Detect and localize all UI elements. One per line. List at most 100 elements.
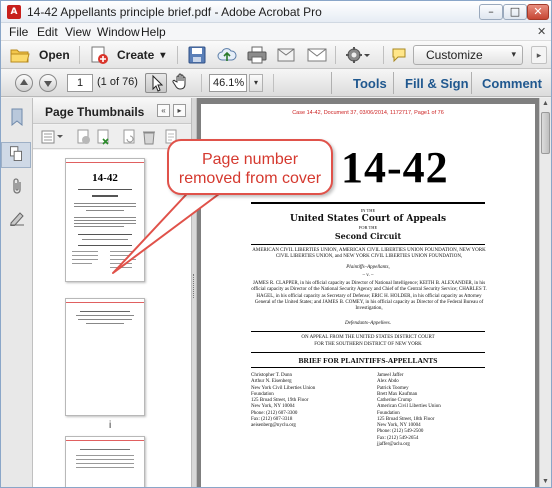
thumbnail-text-line [76, 315, 134, 316]
zoom-dropdown[interactable]: ▾ [249, 74, 263, 92]
thumbnail-text-line [110, 263, 132, 264]
callout-line-2: removed from cover [178, 170, 322, 187]
menu-edit[interactable]: Edit [37, 25, 58, 39]
brief-title: BRIEF FOR PLAINTIFFS-APPELLANTS [298, 356, 438, 365]
circuit-name: Second Circuit [334, 231, 402, 241]
thumbnail-case-number: 14-42 [92, 172, 118, 184]
thumbnail-text-line [74, 220, 136, 221]
minimize-button[interactable]: – [479, 4, 503, 20]
defendant-parties: JAMES R. CLAPPER, in his official capaci… [251, 281, 487, 311]
comment-icon[interactable] [391, 46, 407, 64]
thumbnail-header-line [66, 440, 144, 441]
thumbnail-text-line [76, 467, 134, 468]
tab-fill-sign[interactable]: Fill & Sign [405, 76, 469, 91]
thumbnail-text-line [72, 263, 92, 264]
vertical-scrollbar[interactable]: ▲ ▼ [539, 98, 551, 487]
cloud-upload-icon[interactable] [217, 46, 237, 64]
section-rule [251, 331, 485, 332]
open-label: Open [39, 48, 70, 62]
thumbnails-header: Page Thumbnails « ▸ [33, 98, 191, 124]
options-menu-icon[interactable] [41, 129, 65, 145]
pane-divider [331, 72, 332, 94]
insert-pages-icon[interactable] [75, 129, 91, 145]
title-bar: A 14-42 Appellants principle brief.pdf -… [1, 1, 551, 23]
chevron-down-icon: ▾ [511, 49, 516, 59]
thumbnail-text-line [74, 226, 124, 227]
toolbar-options-button[interactable]: ▸ [531, 46, 547, 64]
select-tool-button[interactable] [145, 73, 167, 93]
toolbar-divider [383, 46, 384, 64]
thumbnail-text-line [82, 239, 128, 240]
rotate-pages-icon[interactable] [121, 129, 137, 145]
thumbnail-rule [78, 189, 132, 190]
tab-comment[interactable]: Comment [482, 76, 542, 91]
hand-tool-button[interactable] [171, 73, 193, 93]
main-toolbar: Open Create ▾ Customize ▾ ▸ [1, 41, 551, 69]
menu-file[interactable]: File [9, 25, 28, 39]
appeal-line-2: FOR THE SOUTHERN DISTRICT OF NEW YORK [314, 342, 422, 347]
customize-dropdown[interactable]: Customize ▾ [413, 45, 523, 65]
counsel-left-block: Christopher T. Dunn Arthur N. Eisenberg Ne… [251, 373, 371, 429]
close-button[interactable]: ✕ [527, 4, 549, 20]
save-icon[interactable] [188, 46, 206, 64]
attachment-icon[interactable] [9, 178, 25, 196]
open-folder-icon [10, 49, 30, 63]
email-icon[interactable] [307, 46, 327, 64]
delete-pages-icon[interactable] [95, 129, 111, 145]
thumbnail-text-line [110, 255, 136, 256]
page-thumbnails-icon[interactable] [1, 142, 31, 168]
toolbar-divider [201, 74, 202, 92]
plaintiff-parties: AMERICAN CIVIL LIBERTIES UNION, AMERICAN… [252, 248, 486, 260]
thumbnail-text-line [74, 206, 136, 207]
tab-tools[interactable]: Tools [353, 76, 387, 91]
close-document-icon[interactable]: ✕ [537, 25, 546, 38]
window-title: 14-42 Appellants principle brief.pdf - A… [27, 5, 322, 19]
thumbnail-text-line [80, 311, 130, 312]
toolbar-divider [177, 46, 178, 64]
thumbnail-text-line [74, 217, 136, 218]
menu-help[interactable]: Help [141, 25, 166, 39]
appeal-line-1: ON APPEAL FROM THE UNITED STATES DISTRIC… [301, 335, 435, 340]
menu-view[interactable]: View [65, 25, 91, 39]
toolbar-divider [335, 46, 336, 64]
page-thumbnail-2[interactable] [65, 298, 145, 416]
page-thumbnail-3[interactable] [65, 436, 145, 487]
maximize-button[interactable]: □ [503, 4, 527, 20]
thumbnail-text-line [72, 259, 98, 260]
print-icon[interactable] [247, 46, 267, 64]
plaintiffs-role: Plaintiffs–Appellants, [346, 265, 390, 270]
thumbnail-text-line [76, 459, 134, 460]
section-rule [251, 367, 485, 368]
zoom-input[interactable]: 46.1% [209, 74, 247, 92]
scroll-up-icon[interactable]: ▲ [540, 98, 551, 110]
pane-divider [393, 72, 394, 94]
scroll-thumb[interactable] [541, 112, 550, 154]
signature-icon[interactable] [9, 208, 25, 226]
previous-page-button[interactable] [15, 74, 33, 92]
gear-icon[interactable] [345, 46, 371, 64]
open-button[interactable]: Open [9, 44, 70, 66]
scroll-down-icon[interactable]: ▼ [540, 476, 551, 487]
splitter-grip[interactable] [193, 274, 195, 298]
collapse-panel-button[interactable]: « [157, 104, 170, 117]
arrow-down-icon [44, 81, 52, 87]
trash-icon[interactable] [141, 129, 157, 145]
thumbnail-text-line [72, 251, 98, 252]
comment-icon[interactable] [277, 46, 297, 64]
create-button[interactable]: Create ▾ [89, 44, 165, 66]
thumbnail-text-line [80, 449, 130, 450]
page-number-input[interactable]: 1 [67, 74, 93, 92]
thumbnails-list: 14-42 i [33, 150, 191, 487]
create-label: Create [117, 48, 155, 62]
toolbar-divider [79, 46, 80, 64]
bookmark-icon[interactable] [9, 108, 25, 126]
menu-window[interactable]: Window [97, 25, 140, 39]
ecf-header: Case 14-42, Document 37, 03/06/2014, 117… [292, 110, 444, 116]
thumbnail-rule [78, 245, 132, 246]
expand-panel-button[interactable]: ▸ [173, 104, 186, 117]
menu-bar: File Edit View Window Help ✕ [1, 23, 551, 41]
next-page-button[interactable] [39, 74, 57, 92]
section-rule [251, 352, 485, 353]
thumbnails-toolbar [33, 125, 191, 149]
page-thumbnail-1[interactable]: 14-42 [65, 158, 145, 282]
